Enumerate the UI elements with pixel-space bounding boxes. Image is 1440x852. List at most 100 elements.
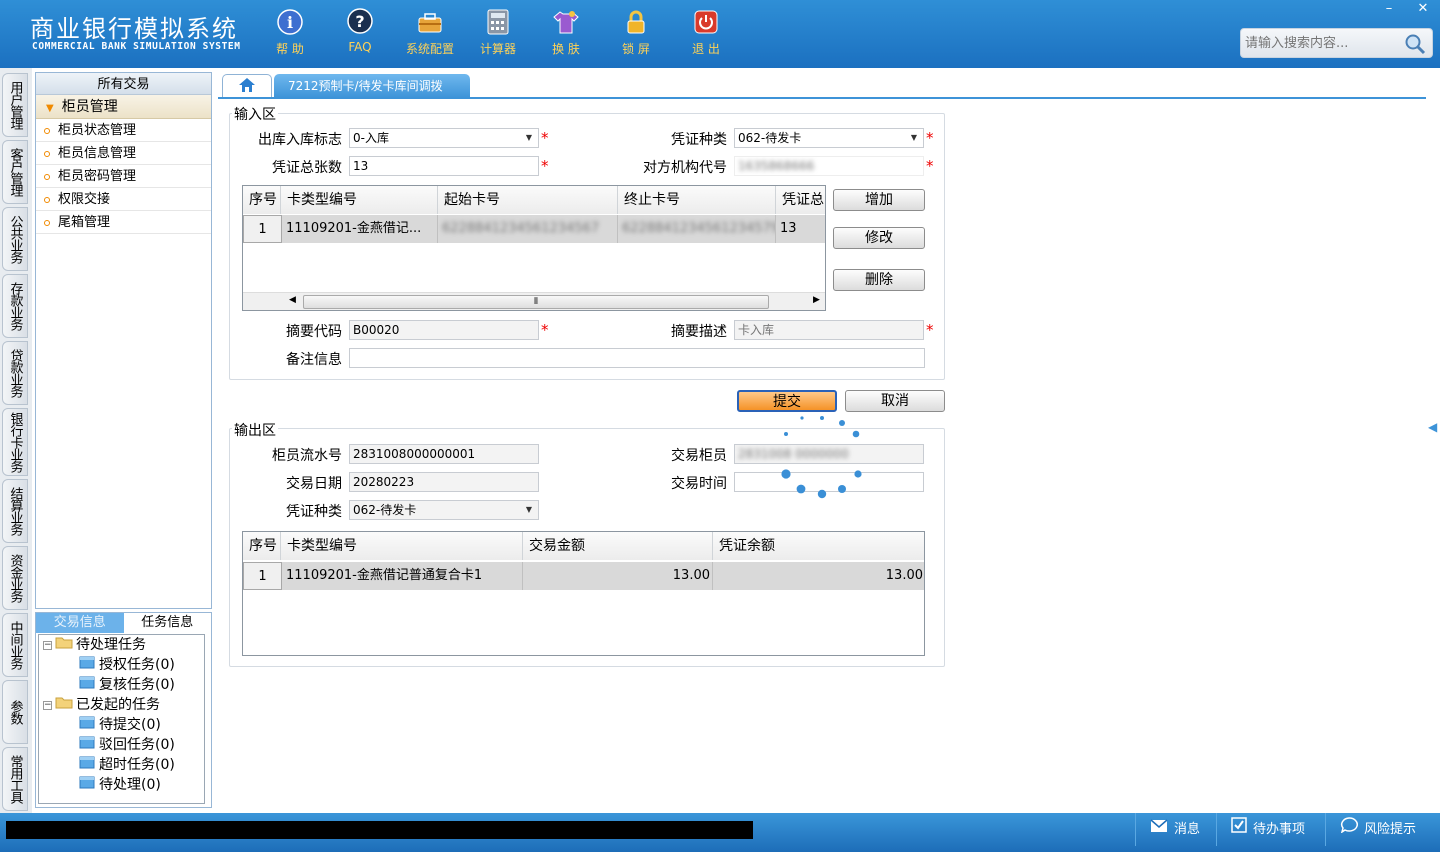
bullet-icon xyxy=(44,150,50,157)
summary-desc-input[interactable]: 卡入库 xyxy=(734,320,924,340)
folder-blue-icon xyxy=(79,775,95,795)
horizontal-scrollbar[interactable]: ◀ ⦀ ▶ xyxy=(243,292,825,310)
help-icon: ? xyxy=(346,8,374,36)
collapse-icon[interactable]: − xyxy=(43,700,52,710)
required-mark: * xyxy=(926,321,934,339)
end-no-cell: 6228841234561234579 xyxy=(618,215,776,243)
vtab-parameters[interactable]: 参数 xyxy=(2,680,28,744)
todo-button[interactable]: 待办事项 xyxy=(1216,813,1324,846)
tab-7212-card-transfer[interactable]: 7212预制卡/待发卡库间调拨 xyxy=(274,74,470,98)
content-tabbar: 7212预制卡/待发卡库间调拨 xyxy=(218,72,1440,98)
collapse-side-arrow-icon[interactable]: ◀ xyxy=(1428,420,1440,460)
tree-node-label: 待提交(0) xyxy=(99,717,161,733)
col-header-card-type: 卡类型编号 xyxy=(281,186,438,214)
vtab-deposit-business[interactable]: 存款业务 xyxy=(2,274,28,338)
dropdown-arrow-icon: ▼ xyxy=(525,133,532,142)
direction-label: 出库入库标志 xyxy=(258,132,342,148)
tab-home[interactable] xyxy=(222,74,272,98)
vtab-loan-business[interactable]: 贷款业务 xyxy=(2,341,28,405)
tree-node-timeout[interactable]: 超时任务(0) xyxy=(79,755,175,775)
messages-button[interactable]: 消息 xyxy=(1135,813,1215,846)
vtab-settlement-business[interactable]: 结算业务 xyxy=(2,479,28,543)
minimize-button[interactable]: – xyxy=(1372,0,1406,18)
col-header-card-type: 卡类型编号 xyxy=(281,532,523,560)
col-header-balance: 凭证余额 xyxy=(713,532,924,560)
tab-label: 7212预制卡/待发卡库间调拨 xyxy=(288,79,443,93)
remark-input[interactable] xyxy=(349,348,925,368)
required-mark: * xyxy=(541,129,549,147)
required-mark: * xyxy=(926,157,934,175)
search-icon[interactable] xyxy=(1404,33,1426,59)
row-no-cell: 1 xyxy=(243,562,282,590)
skin-button[interactable]: 换 肤 xyxy=(534,8,598,57)
toolbox-icon xyxy=(416,8,444,36)
output-voucher-type-label: 凭证种类 xyxy=(286,504,342,520)
envelope-icon xyxy=(1150,813,1168,846)
status-bar: 消息 待办事项 风险提示 xyxy=(0,813,1440,852)
tree-node-to-submit[interactable]: 待提交(0) xyxy=(79,715,161,735)
exit-label: 退 出 xyxy=(692,42,720,56)
exit-button[interactable]: 退 出 xyxy=(674,8,738,57)
vtab-intermediate-business[interactable]: 中间业务 xyxy=(2,613,28,677)
vtab-customer-management[interactable]: 客户管理 xyxy=(2,140,28,204)
menu-item-label: 柜员密码管理 xyxy=(58,169,137,184)
tree-node-label: 授权任务(0) xyxy=(99,657,175,673)
collapse-icon[interactable]: − xyxy=(43,640,52,650)
calculator-button[interactable]: 计算器 xyxy=(466,8,530,57)
menu-item-teller-status[interactable]: 柜员状态管理 xyxy=(36,119,211,142)
voucher-type-select[interactable]: 062-待发卡 ▼ xyxy=(734,128,924,148)
search-input[interactable] xyxy=(1245,33,1405,53)
tab-transaction-info[interactable]: 交易信息 xyxy=(36,613,124,633)
vtab-bank-card-business[interactable]: 银行卡业务 xyxy=(2,408,28,476)
folder-blue-icon xyxy=(79,675,95,695)
menu-item-teller-password[interactable]: 柜员密码管理 xyxy=(36,165,211,188)
edit-button[interactable]: 修改 xyxy=(833,227,925,249)
menu-header[interactable]: 所有交易 xyxy=(36,73,211,95)
teller-label: 交易柜员 xyxy=(671,448,727,464)
summary-code-input[interactable]: B00020 xyxy=(349,320,539,340)
total-count-input[interactable]: 13 xyxy=(349,156,539,176)
help-label: 帮 助 xyxy=(276,42,304,56)
menu-item-tail-box[interactable]: 尾箱管理 xyxy=(36,211,211,234)
scroll-left-icon[interactable]: ◀ xyxy=(289,295,296,305)
risk-tips-label: 风险提示 xyxy=(1364,822,1417,837)
counterparty-code-input[interactable]: 1635868666 xyxy=(734,156,924,176)
start-no-value: 6228841234561234567 xyxy=(442,221,600,236)
vtab-public-business[interactable]: 公共业务 xyxy=(2,207,28,271)
col-header-amount: 交易金额 xyxy=(523,532,713,560)
tree-node-initiated[interactable]: − 已发起的任务 xyxy=(43,695,160,715)
vtab-funds-business[interactable]: 资金业务 xyxy=(2,546,28,610)
tree-node-pending[interactable]: − 待处理任务 xyxy=(43,635,146,655)
folder-blue-icon xyxy=(79,715,95,735)
vtab-user-management[interactable]: 用户管理 xyxy=(2,73,28,137)
risk-tips-button[interactable]: 风险提示 xyxy=(1325,813,1440,846)
tree-node-rejected[interactable]: 驳回任务(0) xyxy=(79,735,175,755)
tree-node-review[interactable]: 复核任务(0) xyxy=(79,675,175,695)
close-window-button[interactable]: ✕ xyxy=(1406,0,1440,18)
menu-item-teller-info[interactable]: 柜员信息管理 xyxy=(36,142,211,165)
direction-select[interactable]: 0-入库 ▼ xyxy=(349,128,539,148)
task-tree: − 待处理任务 授权任务(0) 复核任务(0) − 已发起的任务 待提交(0) … xyxy=(38,634,205,804)
tree-node-authorization[interactable]: 授权任务(0) xyxy=(79,655,175,675)
menu-group-teller-management[interactable]: ▼ 柜员管理 xyxy=(36,95,211,119)
serial-no-label: 柜员流水号 xyxy=(272,448,342,464)
add-button[interactable]: 增加 xyxy=(833,189,925,211)
vtab-common-tools[interactable]: 常用工具 xyxy=(2,747,28,811)
help-button[interactable]: i 帮 助 xyxy=(258,8,322,57)
folder-icon xyxy=(55,635,73,655)
svg-text:i: i xyxy=(287,13,293,32)
tab-task-info[interactable]: 任务信息 xyxy=(123,613,211,633)
info-icon: i xyxy=(276,8,304,36)
menu-item-permission-handover[interactable]: 权限交接 xyxy=(36,188,211,211)
system-config-button[interactable]: 系统配置 xyxy=(398,8,462,57)
faq-button[interactable]: ? FAQ xyxy=(328,8,392,54)
lock-screen-button[interactable]: 锁 屏 xyxy=(604,8,668,57)
delete-button[interactable]: 删除 xyxy=(833,269,925,291)
scrollbar-thumb[interactable]: ⦀ xyxy=(303,295,769,309)
search-box xyxy=(1240,28,1433,58)
tree-node-label: 待处理(0) xyxy=(99,777,161,793)
date-label: 交易日期 xyxy=(286,476,342,492)
scroll-right-icon[interactable]: ▶ xyxy=(813,295,820,305)
output-voucher-type-value: 062-待发卡 xyxy=(353,503,417,517)
tree-node-to-process[interactable]: 待处理(0) xyxy=(79,775,161,795)
